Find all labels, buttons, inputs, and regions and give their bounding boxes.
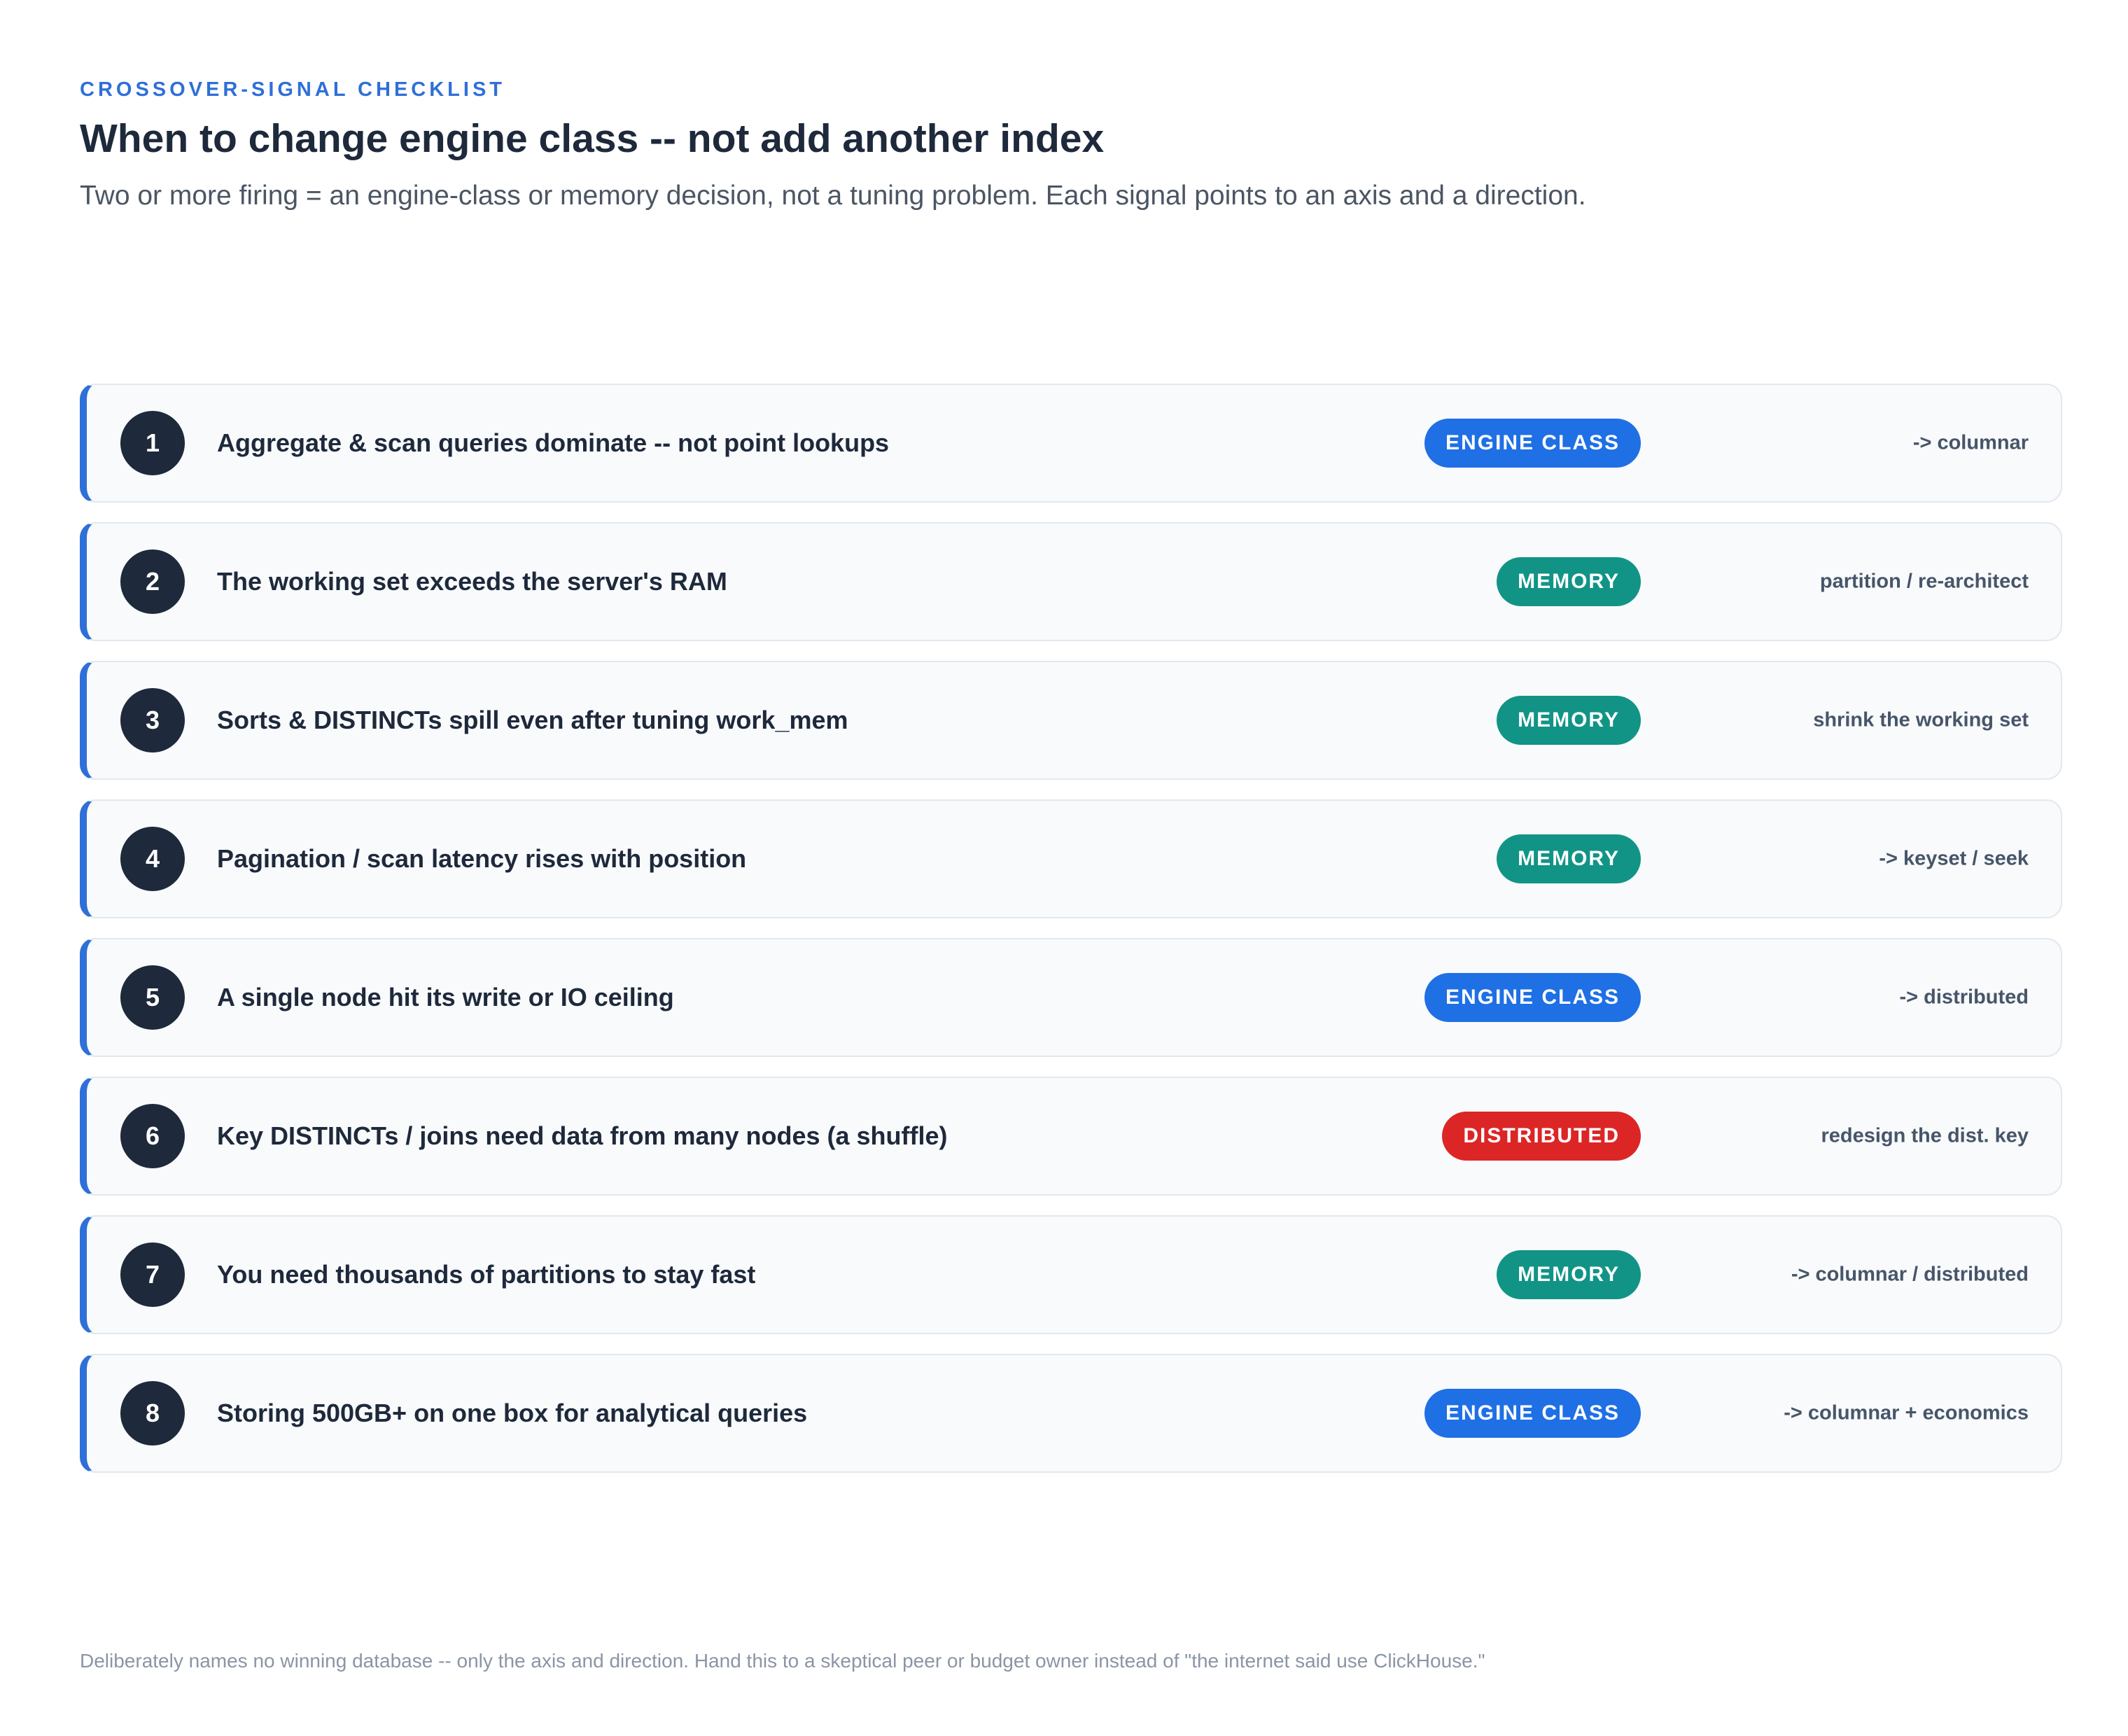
signal-row-2: 2 The working set exceeds the server's R… xyxy=(80,522,2062,641)
signal-text: Key DISTINCTs / joins need data from man… xyxy=(217,1121,948,1150)
signal-direction: partition / re-architect xyxy=(1819,570,2029,593)
page-title: When to change engine class -- not add a… xyxy=(80,116,1105,161)
checklist-page: CROSSOVER-SIGNAL CHECKLIST When to chang… xyxy=(0,0,2128,1736)
signal-direction: -> columnar xyxy=(1912,431,2029,454)
signal-direction: shrink the working set xyxy=(1813,708,2029,732)
axis-badge-memory: MEMORY xyxy=(1497,557,1641,606)
eyebrow-label: CROSSOVER-SIGNAL CHECKLIST xyxy=(80,78,506,101)
axis-badge-memory: MEMORY xyxy=(1497,696,1641,745)
signal-direction: -> columnar + economics xyxy=(1784,1401,2029,1424)
axis-badge-engine-class: ENGINE CLASS xyxy=(1424,1389,1641,1438)
signal-number-badge: 7 xyxy=(120,1242,185,1307)
page-subtitle: Two or more firing = an engine-class or … xyxy=(80,181,1586,211)
signal-number-badge: 4 xyxy=(120,827,185,891)
signal-text: Pagination / scan latency rises with pos… xyxy=(217,844,747,873)
signal-number-badge: 3 xyxy=(120,688,185,752)
signal-number-badge: 8 xyxy=(120,1381,185,1446)
signal-row-4: 4 Pagination / scan latency rises with p… xyxy=(80,799,2062,918)
signal-row-5: 5 A single node hit its write or IO ceil… xyxy=(80,938,2062,1057)
signal-number-badge: 2 xyxy=(120,550,185,614)
footnote: Deliberately names no winning database -… xyxy=(80,1650,1485,1672)
signal-row-6: 6 Key DISTINCTs / joins need data from m… xyxy=(80,1077,2062,1196)
signal-number-badge: 5 xyxy=(120,965,185,1030)
signal-number-badge: 6 xyxy=(120,1104,185,1168)
axis-badge-engine-class: ENGINE CLASS xyxy=(1424,973,1641,1022)
axis-badge-memory: MEMORY xyxy=(1497,834,1641,883)
signal-row-3: 3 Sorts & DISTINCTs spill even after tun… xyxy=(80,661,2062,780)
signal-text: Aggregate & scan queries dominate -- not… xyxy=(217,428,890,457)
signal-text: Storing 500GB+ on one box for analytical… xyxy=(217,1399,808,1427)
axis-badge-distributed: DISTRIBUTED xyxy=(1442,1112,1641,1161)
axis-badge-memory: MEMORY xyxy=(1497,1250,1641,1299)
signal-direction: -> columnar / distributed xyxy=(1791,1263,2029,1286)
signal-row-8: 8 Storing 500GB+ on one box for analytic… xyxy=(80,1354,2062,1473)
signal-row-7: 7 You need thousands of partitions to st… xyxy=(80,1215,2062,1334)
signal-list: 1 Aggregate & scan queries dominate -- n… xyxy=(80,384,2062,1492)
signal-text: The working set exceeds the server's RAM xyxy=(217,567,727,596)
signal-text: Sorts & DISTINCTs spill even after tunin… xyxy=(217,706,848,734)
signal-direction: -> keyset / seek xyxy=(1879,847,2029,870)
axis-badge-engine-class: ENGINE CLASS xyxy=(1424,419,1641,468)
signal-direction: -> distributed xyxy=(1899,986,2029,1009)
signal-direction: redesign the dist. key xyxy=(1821,1124,2029,1147)
signal-row-1: 1 Aggregate & scan queries dominate -- n… xyxy=(80,384,2062,503)
signal-text: You need thousands of partitions to stay… xyxy=(217,1260,756,1289)
signal-number-badge: 1 xyxy=(120,411,185,475)
signal-text: A single node hit its write or IO ceilin… xyxy=(217,983,674,1011)
